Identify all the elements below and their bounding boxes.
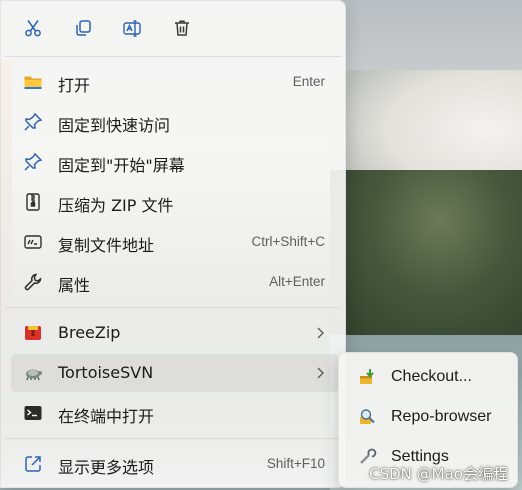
pin-icon (23, 152, 43, 172)
delete-button[interactable] (165, 11, 199, 45)
menu-item-breezip[interactable]: BreeZip (11, 314, 339, 352)
separator (5, 438, 341, 439)
menu-item-open[interactable]: 打开 Enter (11, 63, 339, 101)
menu-item-shortcut: Shift+F10 (266, 456, 325, 471)
menu-item-shortcut: Alt+Enter (269, 274, 325, 289)
menu-item-tortoisesvn[interactable]: TortoiseSVN (11, 354, 339, 392)
copy-icon (76, 20, 91, 36)
submenu-item-checkout[interactable]: Checkout... (345, 358, 511, 396)
menu-item-shortcut: Ctrl+Shift+C (251, 234, 325, 249)
menu-item-label: 属性 (58, 276, 91, 295)
watermark: CSDN @Mao会编程 (369, 465, 508, 483)
repo-browser-icon (357, 407, 377, 427)
rename-icon (123, 20, 141, 37)
menu-item-label: 复制文件地址 (58, 236, 155, 255)
rename-button[interactable] (115, 11, 149, 45)
cut-button[interactable] (16, 11, 50, 45)
menu-item-label: 固定到快速访问 (58, 116, 171, 135)
separator (5, 56, 341, 57)
tortoise-icon (23, 363, 43, 383)
checkout-icon (357, 367, 377, 387)
menu-item-label: 固定到"开始"屏幕 (58, 156, 185, 175)
menu-item-label: TortoiseSVN (58, 363, 154, 382)
menu-item-label: BreeZip (58, 323, 121, 342)
submenu-item-repo-browser[interactable]: Repo-browser (345, 398, 511, 436)
menu-item-open-terminal[interactable]: 在终端中打开 (11, 394, 339, 432)
menu-item-pin-quick-access[interactable]: 固定到快速访问 (11, 103, 339, 141)
menu-item-label: 显示更多选项 (58, 458, 155, 477)
menu-item-pin-start[interactable]: 固定到"开始"屏幕 (11, 143, 339, 181)
chevron-right-icon (317, 327, 324, 339)
terminal-icon (23, 403, 43, 423)
copy-path-icon (23, 232, 43, 252)
menu-item-shortcut: Enter (292, 74, 325, 89)
menu-item-copy-path[interactable]: 复制文件地址 Ctrl+Shift+C (11, 223, 339, 261)
copy-button[interactable] (66, 11, 100, 45)
zip-icon (23, 192, 43, 212)
folder-icon (23, 72, 43, 92)
menu-item-label: 压缩为 ZIP 文件 (58, 196, 174, 215)
separator (5, 307, 341, 308)
wrench-icon (23, 272, 43, 292)
chevron-right-icon (317, 367, 324, 379)
menu-item-show-more-options[interactable]: 显示更多选项 Shift+F10 (11, 445, 339, 483)
wallpaper-forest (330, 170, 522, 340)
trash-icon (175, 20, 189, 36)
menu-item-label: 打开 (58, 76, 91, 95)
breezip-icon (23, 323, 43, 343)
external-icon (23, 454, 43, 474)
submenu-item-label: Checkout... (391, 368, 472, 385)
pin-icon (23, 112, 43, 132)
menu-item-properties[interactable]: 属性 Alt+Enter (11, 263, 339, 301)
menu-item-compress-zip[interactable]: 压缩为 ZIP 文件 (11, 183, 339, 221)
menu-item-label: 在终端中打开 (58, 407, 155, 426)
scissors-icon (25, 20, 41, 37)
submenu-item-label: Repo-browser (391, 408, 492, 425)
context-menu: 打开 Enter 固定到快速访问 固定到"开始"屏幕 压缩为 ZIP 文件 复制… (0, 0, 346, 488)
context-menu-toolbar (1, 1, 345, 55)
